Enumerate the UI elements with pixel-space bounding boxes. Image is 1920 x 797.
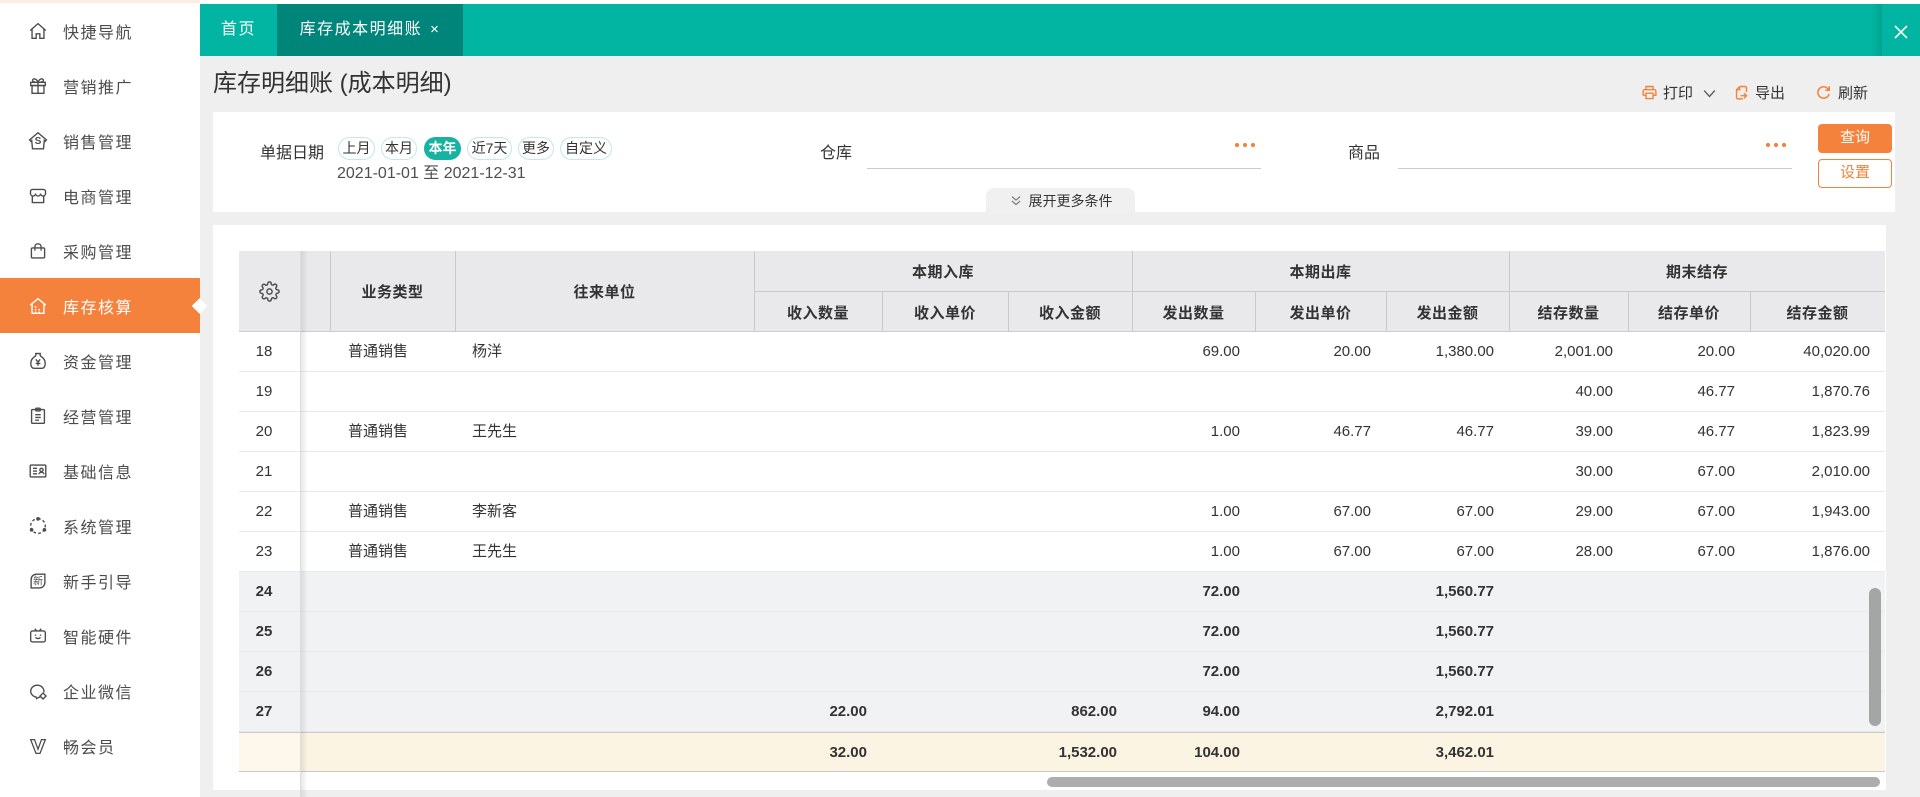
svg-text:S: S	[35, 136, 42, 147]
svg-text:新: 新	[33, 574, 43, 587]
